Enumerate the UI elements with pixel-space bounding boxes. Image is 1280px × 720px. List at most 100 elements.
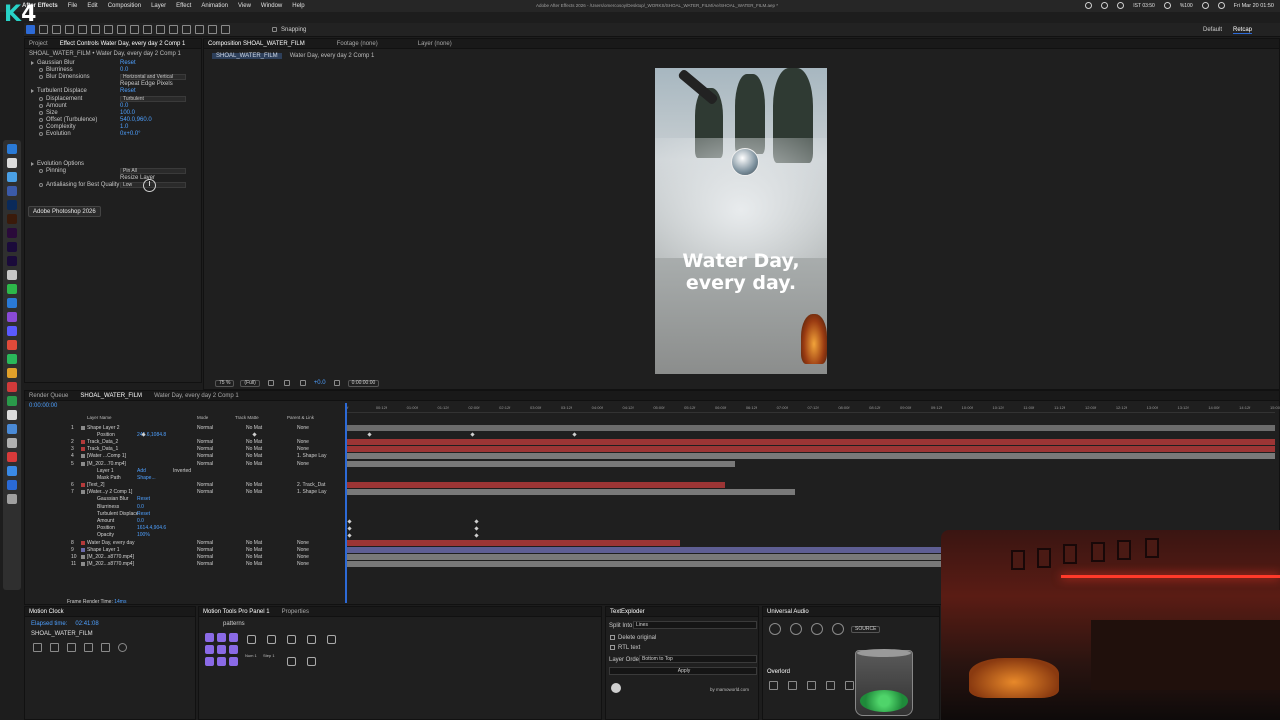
menu-help[interactable]: Help [292, 3, 304, 9]
effect-row[interactable]: Turbulent Displace Reset [31, 88, 201, 95]
effect-value[interactable]: 1.0 [120, 124, 128, 130]
tab-overlord[interactable]: Overlord [767, 669, 790, 675]
layer-duration-bar[interactable] [345, 554, 941, 561]
workspace-default[interactable]: Default [1203, 27, 1222, 33]
crumb-sub-comp[interactable]: Water Day, every day 2 Comp 1 [290, 53, 375, 59]
mask-icon[interactable] [283, 380, 290, 386]
tab-sub-comp[interactable]: Water Day, every day 2 Comp 1 [154, 393, 239, 399]
current-time[interactable]: 0:00:00:00 [29, 403, 57, 409]
tool-icon[interactable] [307, 635, 316, 644]
rotate-tool-icon[interactable] [104, 25, 113, 34]
app-icon-7[interactable] [7, 396, 17, 406]
effect-row[interactable]: Amount 0.0 [31, 102, 201, 109]
effect-value[interactable]: 0x+0.0° [120, 131, 141, 137]
effect-row[interactable]: Size 100.0 [31, 109, 201, 116]
expand-triangle-icon[interactable] [31, 161, 34, 166]
step-label[interactable]: Step 1 [263, 653, 275, 658]
layer-duration-bar[interactable] [345, 460, 735, 467]
clone-stamp-icon[interactable] [182, 25, 191, 34]
effect-value[interactable]: 0.0 [120, 103, 128, 109]
bluetooth-icon[interactable] [1163, 2, 1171, 9]
search-status-icon[interactable] [1117, 2, 1125, 9]
effect-row[interactable]: Resize Layer [31, 174, 201, 181]
grid-view-icon[interactable] [67, 643, 76, 652]
workspace-retcap[interactable]: Retcap [1232, 27, 1252, 34]
stopwatch-icon[interactable] [39, 125, 43, 130]
anchor-grid-icon[interactable] [217, 657, 226, 666]
effect-value[interactable]: Reset [120, 88, 136, 94]
rectangle-tool-icon[interactable] [130, 25, 139, 34]
layer-duration-bar[interactable] [345, 453, 1275, 460]
discord-icon[interactable] [7, 326, 17, 336]
tab-project[interactable]: Project [29, 41, 48, 47]
notes-icon[interactable] [7, 158, 17, 168]
time-ruler[interactable]: 0f00:12f01:00f01:12f02:00f02:12f03:00f03… [345, 403, 1280, 413]
exposure-value[interactable]: +0.0 [314, 380, 326, 386]
hand-tool-icon[interactable] [39, 25, 48, 34]
keyframe-marker[interactable] [347, 518, 352, 524]
app-icon-13[interactable] [7, 480, 17, 490]
app-icon-6[interactable] [7, 382, 17, 392]
menu-view[interactable]: View [238, 3, 251, 9]
layer-duration-bar[interactable] [345, 539, 680, 546]
layer-order-dropdown[interactable]: Bottom to Top [639, 655, 757, 663]
anchor-grid-icon[interactable] [205, 633, 214, 642]
layer-duration-bar[interactable] [345, 547, 941, 553]
effect-dropdown[interactable]: Pin All [120, 167, 186, 174]
roto-brush-icon[interactable] [208, 25, 217, 34]
effect-row[interactable]: Blurriness 0.0 [31, 66, 201, 73]
media-encoder-icon[interactable] [7, 256, 17, 266]
photoshop-icon[interactable] [7, 200, 17, 210]
chrome-icon[interactable] [7, 186, 17, 196]
settings-icon[interactable] [101, 643, 110, 652]
crumb-main-comp[interactable]: SHOAL_WATER_FILM [212, 53, 282, 59]
dolly-camera-icon[interactable] [91, 25, 100, 34]
keyframe-marker[interactable] [474, 526, 479, 531]
mail-icon[interactable] [7, 298, 17, 308]
refresh-icon[interactable] [790, 623, 802, 635]
app-icon-10[interactable] [7, 438, 17, 448]
align-top-icon[interactable] [769, 681, 778, 690]
display-icon[interactable] [1101, 2, 1109, 9]
layer-duration-bar[interactable] [345, 489, 795, 496]
layer-duration-bar[interactable] [345, 446, 1275, 453]
expand-triangle-icon[interactable] [31, 60, 34, 65]
effect-row[interactable]: Blur Dimensions Horizontal and Vertical [31, 73, 201, 80]
selection-tool-icon[interactable] [26, 25, 35, 34]
type-tool-icon[interactable] [156, 25, 165, 34]
tab-composition[interactable]: Composition SHOAL_WATER_FILM [208, 41, 305, 47]
effect-row[interactable]: Pinning Pin All [31, 167, 201, 174]
delete-icon[interactable] [811, 623, 823, 635]
filter-icon[interactable] [788, 681, 797, 690]
delete-original-checkbox[interactable] [610, 635, 615, 640]
list-icon[interactable] [33, 643, 42, 652]
app-icon-5[interactable] [7, 368, 17, 378]
tab-render-queue[interactable]: Render Queue [29, 393, 68, 399]
pen-tool-icon[interactable] [143, 25, 152, 34]
stopwatch-icon[interactable] [39, 74, 43, 79]
tab-universal-audio[interactable]: Universal Audio [767, 609, 809, 615]
effect-value[interactable]: 540.0,960.0 [120, 117, 152, 123]
keyframe-marker[interactable] [474, 518, 479, 524]
illustrator-icon[interactable] [7, 214, 17, 224]
channel-icon[interactable] [299, 380, 306, 386]
pan-camera-icon[interactable] [78, 25, 87, 34]
brush-tool-icon[interactable] [169, 25, 178, 34]
after-effects-icon[interactable] [7, 242, 17, 252]
menu-layer[interactable]: Layer [151, 3, 166, 9]
effect-value[interactable]: Reset [120, 60, 136, 66]
effect-dropdown[interactable]: Turbulent [120, 95, 186, 102]
app-icon-8[interactable] [7, 410, 17, 420]
keyframe-marker[interactable] [572, 432, 577, 437]
menu-window[interactable]: Window [261, 3, 282, 9]
tool-icon[interactable] [327, 635, 336, 644]
anchor-grid-icon[interactable] [217, 633, 226, 642]
camera-snapshot-icon[interactable] [333, 380, 340, 386]
stopwatch-icon[interactable] [39, 103, 43, 108]
anchor-grid-icon[interactable] [229, 633, 238, 642]
current-time-indicator[interactable] [345, 403, 347, 603]
effect-row[interactable]: Gaussian Blur Reset [31, 59, 201, 66]
stopwatch-icon[interactable] [39, 168, 43, 173]
calendar-icon[interactable] [50, 643, 59, 652]
app-icon-1[interactable] [7, 270, 17, 280]
